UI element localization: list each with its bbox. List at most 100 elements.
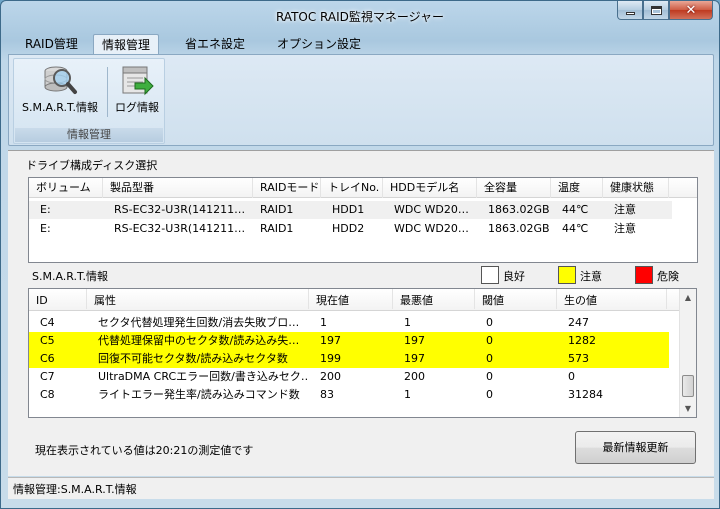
ribbon: S.M.A.R.T.情報 ログ情報 情報管理 [8, 54, 714, 146]
drive-capacity: 1863.02GB [488, 222, 550, 235]
smart-row[interactable]: C7 UltraDMA CRCエラー回数/書き込みセク… 200 200 0 0 [29, 368, 669, 386]
smart-threshold: 0 [486, 352, 493, 365]
col-temperature[interactable]: 温度 [551, 178, 603, 198]
tab-power-saving[interactable]: 省エネ設定 [177, 34, 253, 54]
disk-magnifier-icon [44, 66, 77, 94]
drive-volume: E: [40, 222, 51, 235]
log-info-button[interactable]: ログ情報 [110, 61, 164, 117]
app-window: RATOC RAID監視マネージャー ✕ RAID管理 情報管理 省エネ設定 オ… [0, 0, 720, 509]
smart-threshold: 0 [486, 334, 493, 347]
window-controls: ✕ [617, 1, 713, 20]
close-icon: ✕ [685, 2, 697, 18]
smart-raw: 1282 [568, 334, 596, 347]
drive-product-model: RS-EC32-U3R(141211… [114, 222, 246, 235]
drive-row[interactable]: E: RS-EC32-U3R(141211… RAID1 HDD2 WDC WD… [29, 220, 672, 238]
col-hdd-model[interactable]: HDDモデル名 [383, 178, 477, 198]
smart-id: C5 [40, 334, 55, 347]
tab-raid-management[interactable]: RAID管理 [17, 34, 86, 54]
log-icon [122, 66, 154, 96]
refresh-button[interactable]: 最新情報更新 [575, 431, 696, 464]
smart-row[interactable]: C5 代替処理保留中のセクタ数/読み込み失… 197 197 0 1282 [29, 332, 669, 350]
title-bar[interactable]: RATOC RAID監視マネージャー ✕ [1, 1, 719, 31]
drive-tray-no: HDD2 [332, 222, 365, 235]
smart-worst: 197 [404, 352, 425, 365]
minimize-button[interactable] [617, 1, 643, 20]
drive-product-model: RS-EC32-U3R(141211… [114, 203, 246, 216]
col-id[interactable]: ID [29, 289, 87, 309]
legend-danger-label: 危険 [657, 270, 679, 283]
minimize-icon [625, 11, 635, 15]
smart-current: 1 [320, 316, 327, 329]
maximize-button[interactable] [643, 1, 669, 20]
col-worst-value[interactable]: 最悪値 [393, 289, 475, 309]
legend-danger-swatch [635, 266, 653, 284]
col-threshold[interactable]: 閾値 [475, 289, 557, 309]
drive-temperature: 44℃ [562, 203, 589, 216]
smart-row[interactable]: C6 回復不可能セクタ数/読み込みセクタ数 199 197 0 573 [29, 350, 669, 368]
col-tray-no[interactable]: トレイNo. [321, 178, 383, 198]
drive-health: 注意 [614, 203, 636, 216]
smart-attribute: セクタ代替処理発生回数/消去失敗ブロ… [98, 316, 300, 329]
col-current-value[interactable]: 現在値 [309, 289, 393, 309]
smart-worst: 200 [404, 370, 425, 383]
drive-row[interactable]: E: RS-EC32-U3R(141211… RAID1 HDD1 WDC WD… [29, 201, 672, 219]
drive-health: 注意 [614, 222, 636, 235]
ribbon-separator [107, 67, 108, 117]
smart-list[interactable]: ID 属性 現在値 最悪値 閾値 生の値 C4 セクタ代替処理発生回数/消去失敗… [28, 288, 697, 418]
smart-info-label: S.M.A.R.T.情報 [22, 101, 98, 114]
drive-list[interactable]: ボリューム 製品型番 RAIDモード トレイNo. HDDモデル名 全容量 温度… [28, 177, 698, 263]
drive-tray-no: HDD1 [332, 203, 365, 216]
col-volume[interactable]: ボリューム [29, 178, 103, 198]
ribbon-group-label: 情報管理 [15, 128, 163, 142]
col-raw-value[interactable]: 生の値 [557, 289, 667, 309]
drive-hdd-model: WDC WD20… [394, 203, 469, 216]
smart-list-scrollbar[interactable]: ▲ ▼ [679, 289, 696, 417]
smart-current: 83 [320, 388, 334, 401]
smart-id: C6 [40, 352, 55, 365]
smart-row[interactable]: C4 セクタ代替処理発生回数/消去失敗ブロ… 1 1 0 247 [29, 314, 669, 332]
drive-hdd-model: WDC WD20… [394, 222, 469, 235]
scrollbar-thumb[interactable] [682, 375, 694, 397]
smart-row[interactable]: C8 ライトエラー発生率/読み込みコマンド数 83 1 0 31284 [29, 386, 669, 404]
close-button[interactable]: ✕ [669, 1, 713, 20]
smart-worst: 197 [404, 334, 425, 347]
maximize-icon [650, 5, 662, 15]
smart-attribute: 代替処理保留中のセクタ数/読み込み失… [98, 334, 300, 347]
drive-raid-mode: RAID1 [260, 203, 294, 216]
col-attribute[interactable]: 属性 [87, 289, 309, 309]
smart-id: C8 [40, 388, 55, 401]
legend-good-label: 良好 [503, 270, 525, 283]
drive-list-header: ボリューム 製品型番 RAIDモード トレイNo. HDDモデル名 全容量 温度… [29, 178, 697, 198]
status-bar-text: 情報管理:S.M.A.R.T.情報 [13, 483, 137, 496]
ribbon-group-info-management: S.M.A.R.T.情報 ログ情報 情報管理 [13, 58, 165, 144]
col-raid-mode[interactable]: RAIDモード [253, 178, 321, 198]
smart-worst: 1 [404, 316, 411, 329]
tab-info-management[interactable]: 情報管理 [93, 34, 160, 54]
drive-selection-label: ドライブ構成ディスク選択 [26, 159, 158, 172]
legend-warning-swatch [558, 266, 576, 284]
smart-raw: 247 [568, 316, 589, 329]
drive-capacity: 1863.02GB [488, 203, 550, 216]
smart-list-header: ID 属性 現在値 最悪値 閾値 生の値 [29, 289, 680, 311]
smart-info-button[interactable]: S.M.A.R.T.情報 [16, 61, 104, 117]
menu-bar: RAID管理 情報管理 省エネ設定 オプション設定 [11, 34, 711, 54]
legend-warning-label: 注意 [580, 270, 602, 283]
col-capacity[interactable]: 全容量 [477, 178, 551, 198]
legend-good-swatch [481, 266, 499, 284]
smart-raw: 0 [568, 370, 575, 383]
smart-attribute: 回復不可能セクタ数/読み込みセクタ数 [98, 352, 288, 365]
smart-worst: 1 [404, 388, 411, 401]
tab-options[interactable]: オプション設定 [269, 34, 369, 54]
smart-current: 200 [320, 370, 341, 383]
smart-info-section-label: S.M.A.R.T.情報 [32, 270, 108, 283]
scroll-up-arrow-icon[interactable]: ▲ [680, 289, 696, 306]
col-health[interactable]: 健康状態 [603, 178, 669, 198]
scroll-down-arrow-icon[interactable]: ▼ [680, 400, 696, 417]
drive-volume: E: [40, 203, 51, 216]
smart-attribute: ライトエラー発生率/読み込みコマンド数 [98, 388, 300, 401]
status-bar: 情報管理:S.M.A.R.T.情報 [8, 477, 714, 499]
log-info-label: ログ情報 [115, 101, 159, 114]
smart-raw: 31284 [568, 388, 603, 401]
smart-threshold: 0 [486, 388, 493, 401]
col-product-model[interactable]: 製品型番 [103, 178, 253, 198]
